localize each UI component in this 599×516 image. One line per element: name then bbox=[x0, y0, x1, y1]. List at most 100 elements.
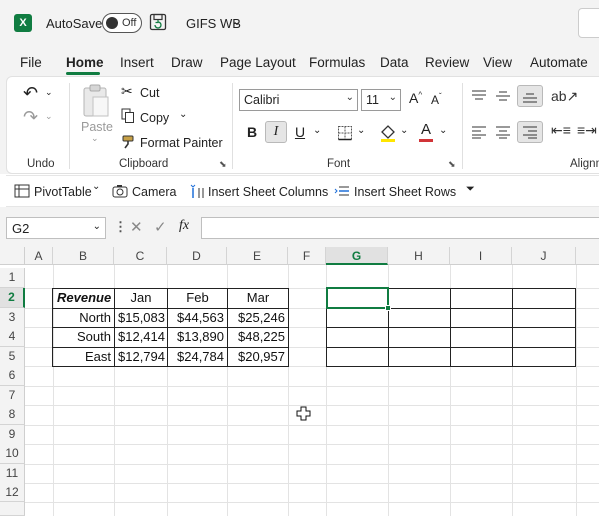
column-header-k[interactable] bbox=[576, 247, 599, 265]
column-header-f[interactable]: F bbox=[288, 247, 326, 265]
table-header-cell[interactable]: Revenue bbox=[54, 288, 114, 308]
column-header-j[interactable]: J bbox=[512, 247, 576, 265]
tab-review[interactable]: Review bbox=[425, 55, 469, 70]
increase-indent-icon[interactable]: ≡⇥ bbox=[577, 122, 597, 139]
row-header-10[interactable]: 10 bbox=[0, 444, 25, 464]
row-header-9[interactable]: 9 bbox=[0, 425, 25, 445]
insert-sheet-rows-button[interactable]: Insert Sheet Rows bbox=[354, 185, 456, 199]
orientation-icon[interactable]: ab↗ bbox=[551, 88, 578, 105]
table-header-cell[interactable]: Jan bbox=[115, 288, 167, 308]
pivot-table-dropdown-chevron-icon[interactable]: ⌄ bbox=[92, 181, 100, 192]
column-header-e[interactable]: E bbox=[227, 247, 288, 265]
row-header-7[interactable]: 7 bbox=[0, 386, 25, 406]
table-row-label[interactable]: East bbox=[54, 347, 114, 367]
select-all-corner[interactable] bbox=[0, 247, 25, 265]
paste-dropdown-chevron-icon[interactable]: ⌄ bbox=[91, 133, 99, 144]
insert-function-icon[interactable]: fx bbox=[179, 218, 189, 234]
table-header-cell[interactable]: Feb bbox=[168, 288, 227, 308]
align-middle-icon[interactable] bbox=[495, 89, 511, 103]
column-header-g[interactable]: G bbox=[326, 247, 388, 265]
tab-page-layout[interactable]: Page Layout bbox=[220, 55, 296, 70]
name-box[interactable]: G2 ⌄ bbox=[6, 217, 106, 239]
align-bottom-button[interactable] bbox=[517, 85, 543, 107]
row-header-5[interactable]: 5 bbox=[0, 347, 25, 367]
insert-sheet-columns-button[interactable]: Insert Sheet Columns bbox=[208, 185, 328, 199]
column-header-b[interactable]: B bbox=[53, 247, 114, 265]
tab-view[interactable]: View bbox=[483, 55, 512, 70]
fill-color-icon[interactable] bbox=[379, 123, 397, 143]
chevron-down-icon[interactable]: ⌄ bbox=[232, 14, 242, 28]
tab-automate[interactable]: Automate bbox=[530, 55, 588, 70]
align-right-button[interactable] bbox=[517, 121, 543, 143]
clipboard-launcher-icon[interactable]: ⬊ bbox=[219, 159, 227, 170]
font-size-dropdown[interactable]: 11 ⌄ bbox=[361, 89, 401, 111]
column-header-d[interactable]: D bbox=[167, 247, 227, 265]
decrease-font-size-icon[interactable]: Aˇ bbox=[431, 92, 442, 107]
tab-draw[interactable]: Draw bbox=[171, 55, 203, 70]
tab-file[interactable]: File bbox=[20, 55, 42, 70]
copy-dropdown-chevron-icon[interactable]: ⌄ bbox=[179, 109, 187, 120]
row-header-4[interactable]: 4 bbox=[0, 327, 25, 347]
fill-handle[interactable] bbox=[385, 305, 391, 311]
font-name-dropdown[interactable]: Calibri ⌄ bbox=[239, 89, 358, 111]
row-header-13[interactable] bbox=[0, 502, 25, 516]
table-cell[interactable]: $20,957 bbox=[228, 347, 288, 367]
table-cell[interactable]: $48,225 bbox=[228, 327, 288, 347]
font-color-dropdown-chevron-icon[interactable]: ⌄ bbox=[439, 125, 447, 136]
row-header-6[interactable]: 6 bbox=[0, 366, 25, 386]
camera-button[interactable]: Camera bbox=[132, 185, 176, 199]
align-left-icon[interactable] bbox=[471, 125, 487, 139]
column-header-i[interactable]: I bbox=[450, 247, 512, 265]
tab-formulas[interactable]: Formulas bbox=[309, 55, 365, 70]
fill-color-dropdown-chevron-icon[interactable]: ⌄ bbox=[400, 125, 408, 136]
italic-button[interactable]: I bbox=[265, 121, 287, 143]
row-header-1[interactable]: 1 bbox=[0, 268, 25, 288]
column-header-a[interactable]: A bbox=[25, 247, 53, 265]
cancel-entry-icon[interactable]: ✕ bbox=[130, 218, 143, 236]
formula-input[interactable] bbox=[201, 217, 599, 239]
redo-icon[interactable]: ↷ bbox=[23, 107, 38, 128]
table-row-label[interactable]: South bbox=[54, 327, 114, 347]
column-header-h[interactable]: H bbox=[388, 247, 450, 265]
undo-dropdown-chevron-icon[interactable]: ⌄ bbox=[45, 87, 53, 98]
redo-dropdown-chevron-icon[interactable]: ⌄ bbox=[45, 111, 53, 122]
borders-icon[interactable] bbox=[337, 125, 353, 141]
table-header-cell[interactable]: Mar bbox=[228, 288, 288, 308]
tab-data[interactable]: Data bbox=[380, 55, 409, 70]
save-icon[interactable] bbox=[149, 13, 167, 31]
tab-home[interactable]: Home bbox=[66, 55, 104, 70]
cut-button[interactable]: Cut bbox=[140, 86, 159, 100]
paste-icon[interactable] bbox=[81, 83, 111, 119]
table-cell[interactable]: $12,794 bbox=[115, 347, 167, 367]
column-header-c[interactable]: C bbox=[114, 247, 167, 265]
table-cell[interactable]: $25,246 bbox=[228, 308, 288, 328]
confirm-entry-icon[interactable]: ✓ bbox=[154, 218, 167, 236]
pivot-table-button[interactable]: PivotTable bbox=[34, 185, 92, 199]
decrease-indent-icon[interactable]: ⇤≡ bbox=[551, 122, 571, 139]
format-painter-button[interactable]: Format Painter bbox=[140, 136, 223, 150]
font-launcher-icon[interactable]: ⬊ bbox=[448, 159, 456, 170]
table-cell[interactable]: $12,414 bbox=[115, 327, 167, 347]
active-cell-g2[interactable] bbox=[326, 287, 389, 309]
more-options-icon[interactable]: ⋮ bbox=[114, 219, 127, 235]
align-top-icon[interactable] bbox=[471, 89, 487, 103]
align-center-icon[interactable] bbox=[495, 125, 511, 139]
table-cell[interactable]: $15,083 bbox=[115, 308, 167, 328]
table-cell[interactable]: $13,890 bbox=[168, 327, 227, 347]
row-header-2[interactable]: 2 bbox=[0, 288, 25, 308]
table-cell[interactable]: $44,563 bbox=[168, 308, 227, 328]
underline-dropdown-chevron-icon[interactable]: ⌄ bbox=[313, 125, 321, 136]
paste-label[interactable]: Paste bbox=[81, 120, 113, 134]
bold-button[interactable]: B bbox=[241, 121, 263, 143]
row-header-11[interactable]: 11 bbox=[0, 464, 25, 484]
row-header-3[interactable]: 3 bbox=[0, 308, 25, 328]
undo-icon[interactable]: ↶ bbox=[23, 83, 38, 104]
search-box[interactable] bbox=[578, 8, 599, 38]
row-header-8[interactable]: 8 bbox=[0, 405, 25, 425]
autosave-toggle[interactable]: Off bbox=[102, 13, 142, 33]
font-color-icon[interactable]: A bbox=[421, 121, 431, 138]
borders-dropdown-chevron-icon[interactable]: ⌄ bbox=[357, 125, 365, 136]
table-row-label[interactable]: North bbox=[54, 308, 114, 328]
underline-button[interactable]: U bbox=[289, 121, 311, 143]
customize-toolbar-chevron-icon[interactable]: ⏷ bbox=[466, 183, 475, 196]
